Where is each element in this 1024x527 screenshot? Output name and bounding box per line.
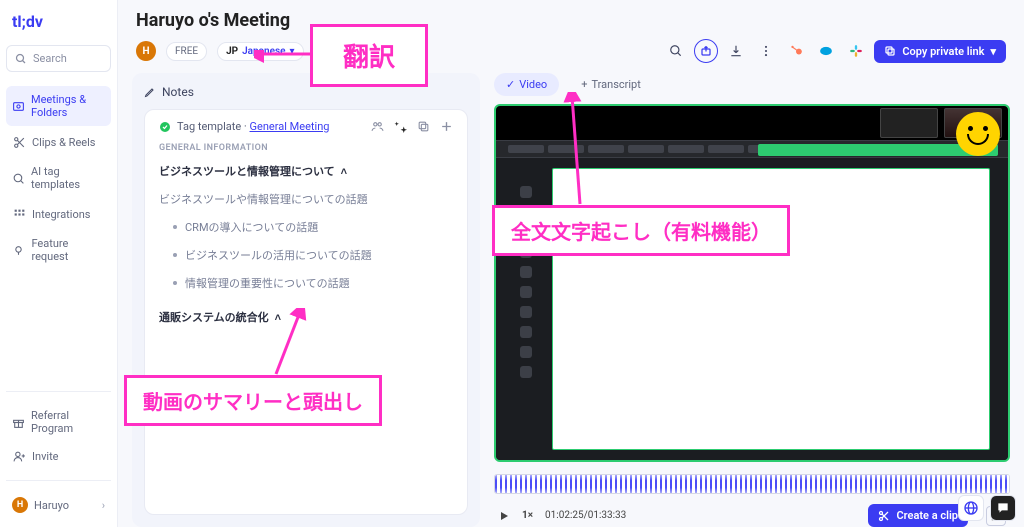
nav-feature-request[interactable]: Feature request	[6, 230, 111, 270]
copy-private-link-button[interactable]: Copy private link ▾	[874, 40, 1006, 63]
outline-heading-text: ビジネスツールと情報管理について	[159, 163, 335, 179]
outline-item-text: CRMの導入についての話題	[185, 219, 318, 235]
notes-header: Notes	[144, 85, 468, 99]
bulb-icon	[12, 243, 25, 257]
notes-panel: Notes Tag template · General Meeting GE	[132, 73, 480, 527]
outline-item-text: ビジネスツールの活用についての話題	[185, 247, 372, 263]
nav-label: Referral Program	[31, 409, 105, 435]
user-menu[interactable]: H Haruyo ›	[6, 491, 111, 519]
search-button[interactable]	[664, 39, 688, 63]
check-icon	[159, 121, 171, 133]
play-button[interactable]	[498, 510, 510, 522]
nav-label: Integrations	[32, 208, 90, 221]
brand-logo[interactable]: tl;dv	[6, 8, 111, 45]
chevron-up-icon: ˄	[341, 165, 347, 178]
folder-icon	[12, 99, 25, 113]
annotation-arrow	[556, 92, 596, 208]
nav-label: AI tag templates	[31, 165, 105, 191]
create-clip-button[interactable]: Create a clip	[868, 504, 968, 527]
timeline-waveform[interactable]	[494, 474, 1010, 494]
search-icon	[15, 53, 27, 65]
outline-item[interactable]: ビジネスツールの活用についての話題	[173, 247, 453, 263]
nav-label: Invite	[32, 450, 59, 463]
meeting-owner-avatar: H	[136, 41, 156, 61]
sidebar: tl;dv Search Meetings & Folders Clips & …	[0, 0, 118, 527]
outline-item[interactable]: CRMの導入についての話題	[173, 219, 453, 235]
magic-icon[interactable]	[394, 120, 407, 133]
outline-item-text: 情報管理の重要性についての話題	[185, 275, 350, 291]
outline-item[interactable]: 情報管理の重要性についての話題	[173, 275, 453, 291]
nav-integrations[interactable]: Integrations	[6, 200, 111, 228]
nav-label: Feature request	[31, 237, 105, 263]
main-nav: Meetings & Folders Clips & Reels AI tag …	[6, 86, 111, 270]
playback-speed[interactable]: 1×	[522, 510, 533, 521]
annotation-transcript: 全文文字起こし（有料機能）	[492, 205, 790, 256]
copy-icon[interactable]	[417, 120, 430, 133]
nav-referral-program[interactable]: Referral Program	[6, 402, 111, 442]
nav-clips-reels[interactable]: Clips & Reels	[6, 128, 111, 156]
annotation-arrow	[254, 50, 314, 74]
nav-label: Clips & Reels	[32, 136, 95, 149]
userplus-icon	[12, 449, 26, 463]
plus-icon: +	[581, 78, 587, 91]
divider	[6, 391, 111, 392]
sparkle-icon	[12, 171, 25, 185]
annotation-translate: 翻訳	[310, 24, 428, 87]
chevron-right-icon: ›	[102, 499, 105, 512]
tab-label: Transcript	[591, 78, 640, 91]
pencil-icon	[144, 86, 156, 98]
outline-subtitle: ビジネスツールや情報管理についての話題	[159, 191, 453, 207]
notes-outline: ビジネスツールと情報管理について ˄ ビジネスツールや情報管理についての話題 C…	[159, 163, 453, 325]
share-button[interactable]	[694, 39, 718, 63]
general-info-label: GENERAL INFORMATION	[159, 143, 453, 153]
search-placeholder: Search	[33, 52, 67, 65]
avatar: H	[12, 497, 28, 513]
bullet-icon	[173, 225, 177, 229]
player-controls: 1× 01:02:25/01:33:33 Create a clip	[494, 502, 1010, 527]
tab-label: Video	[519, 78, 547, 91]
outline-heading-text: 通販システムの統合化	[159, 309, 269, 325]
plan-badge: FREE	[166, 42, 207, 61]
grid-icon	[12, 207, 26, 221]
more-menu[interactable]	[754, 39, 778, 63]
language-flag: JP	[226, 46, 238, 57]
create-clip-label: Create a clip	[896, 509, 958, 522]
nav-label: Meetings & Folders	[31, 93, 105, 119]
participant-thumbnail	[880, 108, 938, 138]
page-title: Haruyo o's Meeting	[118, 0, 1024, 33]
bullet-icon	[173, 253, 177, 257]
help-chat-button[interactable]	[990, 495, 1016, 521]
nav-ai-tag-templates[interactable]: AI tag templates	[6, 158, 111, 198]
salesforce-icon[interactable]	[814, 39, 838, 63]
search-input[interactable]: Search	[6, 45, 111, 72]
notes-title: Notes	[162, 85, 194, 99]
divider	[6, 480, 111, 481]
tag-template-label: Tag template · General Meeting	[177, 120, 329, 133]
tag-prefix: Tag template ·	[177, 120, 250, 133]
download-button[interactable]	[724, 39, 748, 63]
main: Haruyo o's Meeting H FREE JP Japanese ▾ …	[118, 0, 1024, 527]
outline-heading[interactable]: ビジネスツールと情報管理について ˄	[159, 163, 453, 179]
slack-icon[interactable]	[844, 39, 868, 63]
check-icon: ✓	[506, 78, 515, 91]
hubspot-icon[interactable]	[784, 39, 808, 63]
tab-video[interactable]: ✓ Video	[494, 73, 559, 96]
users-icon[interactable]	[371, 120, 384, 133]
chevron-down-icon: ▾	[990, 45, 996, 58]
language-globe-button[interactable]	[958, 495, 984, 521]
annotation-summary: 動画のサマリーと頭出し	[124, 375, 382, 426]
bullet-icon	[173, 281, 177, 285]
nav-invite[interactable]: Invite	[6, 442, 111, 470]
annotation-arrow	[270, 308, 320, 378]
nav-meetings-folders[interactable]: Meetings & Folders	[6, 86, 111, 126]
scissors-icon	[12, 135, 26, 149]
tag-template-link[interactable]: General Meeting	[250, 120, 330, 133]
playback-time: 01:02:25/01:33:33	[545, 510, 626, 521]
user-name: Haruyo	[34, 499, 69, 512]
gift-icon	[12, 415, 25, 429]
smiley-sticker	[956, 112, 1000, 156]
plus-icon[interactable]	[440, 120, 453, 133]
top-right-toolbar: Copy private link ▾	[664, 39, 1006, 63]
copy-link-label: Copy private link	[902, 45, 984, 58]
